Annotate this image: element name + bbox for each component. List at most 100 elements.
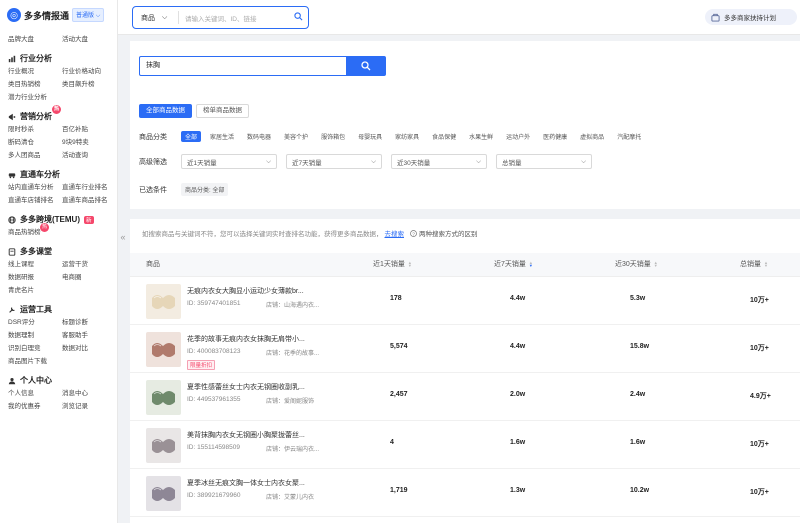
sidebar-item[interactable]: 数据研报 (8, 271, 62, 284)
shop-name[interactable]: 店铺：山海遇内衣... (266, 300, 324, 309)
go-search-link[interactable]: 去搜索 (385, 228, 405, 238)
product-name-link[interactable]: 夏季冰丝无痕文胸一体女士内衣女聚... (187, 478, 322, 488)
sidebar-item[interactable]: 线上课程 (8, 258, 62, 271)
sales-filter-select[interactable]: 总销量 ⌵ (496, 154, 592, 169)
category-chip[interactable]: 家居生活 (206, 131, 238, 142)
category-chip[interactable]: 美容个护 (280, 131, 312, 142)
sidebar-item[interactable]: 运营干货 (62, 258, 117, 271)
product-name-link[interactable]: 美背抹胸内衣女无钢圈小胸聚拢蕾丝... (187, 430, 322, 440)
data-tab[interactable]: 榜单商品数据 (196, 104, 249, 118)
search-icon[interactable] (294, 12, 308, 23)
sidebar-section-title[interactable]: 多多跨境(TEMU) 新 (0, 213, 117, 226)
chevron-down-icon: ⌵ (162, 13, 168, 21)
sidebar-section-title[interactable]: 多多课堂 (0, 245, 117, 258)
sidebar-item[interactable]: DSR评分 (8, 316, 62, 329)
product-name-link[interactable]: 花季的故事无痕内衣女抹胸无肩带小... (187, 334, 322, 344)
shop-name[interactable]: 店铺：艾蒙儿内衣 (266, 492, 324, 501)
sidebar-item[interactable]: 类目飙升榜 (62, 78, 117, 91)
search-difference-help[interactable]: ? 两种搜索方式的区别 (410, 228, 478, 238)
sidebar-item[interactable]: 潜力行业分析 (8, 91, 62, 104)
sidebar-item[interactable]: 识别白理竞 (8, 342, 62, 355)
sales-filter-select[interactable]: 近1天销量 ⌵ (181, 154, 277, 169)
category-chip[interactable]: 服饰箱包 (317, 131, 349, 142)
table-row[interactable]: 夏季性感蕾丝女士内衣无钢圈收副乳... ID: 449537961355 店铺：… (130, 373, 800, 421)
sales-filter-select[interactable]: 近30天销量 ⌵ (391, 154, 487, 169)
selected-condition-chip[interactable]: 商品分类: 全部 (181, 183, 229, 196)
sidebar-item[interactable]: 9块9特卖 (62, 136, 117, 149)
product-name-link[interactable]: 无痕内衣女大胸显小运动少女薄款br... (187, 286, 322, 296)
sidebar-item[interactable]: 行业概况 (8, 65, 62, 78)
sidebar-item[interactable]: 百亿补贴 (62, 123, 117, 136)
shop-name[interactable]: 店铺：花季的故事... (266, 348, 324, 357)
category-chip[interactable]: 医药健康 (539, 131, 571, 142)
sidebar-item[interactable]: 标题诊断 (62, 316, 117, 329)
sidebar-section-title[interactable]: 个人中心 (0, 374, 117, 387)
sidebar-item[interactable]: 个人信息 (8, 387, 62, 400)
sidebar-item[interactable]: 数据对比 (62, 342, 117, 355)
sales-filter-select[interactable]: 近7天销量 ⌵ (286, 154, 382, 169)
sidebar-item[interactable]: 青虎名片 (8, 284, 62, 297)
sidebar-item[interactable]: 活动查询 (62, 149, 117, 162)
sidebar-item[interactable]: 直通车行业排名 (62, 181, 117, 194)
sales-1d: 2,457 (390, 391, 408, 398)
sidebar-item[interactable]: 数据理制 (8, 329, 62, 342)
sidebar-item[interactable]: 浏览记录 (62, 400, 117, 413)
product-thumbnail[interactable] (146, 284, 181, 319)
table-row[interactable]: 夏季冰丝无痕文胸一体女士内衣女聚... ID: 389921679960 店铺：… (130, 469, 800, 517)
search-category-select[interactable]: 商品 ⌵ (133, 11, 179, 24)
product-thumbnail[interactable] (146, 428, 181, 463)
megaphone-icon (8, 113, 16, 120)
sidebar-item[interactable]: 直通车商品排名 (62, 194, 117, 207)
data-tab[interactable]: 全部商品数据 (139, 104, 192, 118)
version-badge[interactable]: 普通版 ⌵ (72, 8, 105, 22)
category-chip[interactable]: 母婴玩具 (354, 131, 386, 142)
sidebar-item[interactable]: 限时秒杀 (8, 123, 62, 136)
shop-name[interactable]: 店铺：爱阁妮服饰 (266, 396, 324, 405)
product-search-input[interactable]: 抹胸 (140, 57, 346, 75)
sidebar-section-title[interactable]: 行业分析 (0, 52, 117, 65)
category-chip[interactable]: 运动户外 (502, 131, 534, 142)
merchant-support-button[interactable]: 多多商家扶持计划 (705, 9, 797, 25)
sidebar-item[interactable]: 客服助手 (62, 329, 117, 342)
col-sales-1d[interactable]: 近1天销量 ▲ ▼ (373, 253, 412, 277)
sidebar-item[interactable]: 商品图片下载 (8, 355, 62, 368)
sort-icon: ▲ ▼ (407, 260, 412, 269)
col-sales-30d[interactable]: 近30天销量 ▲ ▼ (615, 253, 658, 277)
sidebar-item[interactable]: 电商圈 (62, 271, 117, 284)
table-row[interactable]: 美背抹胸内衣女无钢圈小胸聚拢蕾丝... ID: 155114598509 店铺：… (130, 421, 800, 469)
sidebar-item[interactable]: 活动大盘 (62, 33, 117, 46)
category-chip[interactable]: 虚拟商品 (576, 131, 608, 142)
sidebar-item[interactable]: 品牌大盘 (8, 33, 62, 46)
header-search-input[interactable]: 请输入关键词、ID、链接 (179, 13, 294, 23)
product-thumbnail[interactable] (146, 380, 181, 415)
category-chip[interactable]: 家纺家具 (391, 131, 423, 142)
sidebar-item[interactable]: 类目热销榜 (8, 78, 62, 91)
category-chip[interactable]: 水果生鲜 (465, 131, 497, 142)
sidebar-item[interactable]: 行业价格动向 (62, 65, 117, 78)
product-thumbnail[interactable] (146, 476, 181, 511)
sidebar-item[interactable]: 站内直通车分析 (8, 181, 62, 194)
product-thumbnail[interactable] (146, 332, 181, 367)
app-logo[interactable]: ◎ 多多情报通 普通版 ⌵ (7, 8, 105, 22)
sidebar-item[interactable]: 我的优惠券 (8, 400, 62, 413)
search-button[interactable] (346, 57, 385, 75)
sidebar-section-title[interactable]: 直通车分析 (0, 168, 117, 181)
table-row[interactable]: 无痕内衣女大胸显小运动少女薄款br... ID: 359747401851 店铺… (130, 277, 800, 325)
sidebar-section-title[interactable]: 运营工具 (0, 303, 117, 316)
product-name-link[interactable]: 夏季性感蕾丝女士内衣无钢圈收副乳... (187, 382, 322, 392)
category-chip[interactable]: 食品保健 (428, 131, 460, 142)
sidebar-item[interactable]: 消息中心 (62, 387, 117, 400)
sidebar-item[interactable]: 多人团商品 (8, 149, 62, 162)
table-row[interactable]: 花季的故事无痕内衣女抹胸无肩带小... ID: 400083708123 店铺：… (130, 325, 800, 373)
sidebar-item[interactable]: 断码清仓 (8, 136, 62, 149)
sidebar-section-title[interactable]: 营销分析热 (0, 105, 117, 123)
collapse-sidebar-icon[interactable]: « (118, 232, 128, 246)
sidebar-item[interactable]: 商品热销榜热 (8, 223, 62, 239)
category-chip[interactable]: 汽配摩托 (613, 131, 645, 142)
shop-name[interactable]: 店铺：伊云瑞内衣... (266, 444, 324, 453)
col-sales-total[interactable]: 总销量 ▲ ▼ (740, 253, 768, 277)
category-chip[interactable]: 全部 (181, 131, 202, 142)
sidebar-item[interactable]: 直通车店铺排名 (8, 194, 62, 207)
col-sales-7d[interactable]: 近7天销量 ▲ ▼ (494, 253, 533, 277)
category-chip[interactable]: 数码电器 (243, 131, 275, 142)
